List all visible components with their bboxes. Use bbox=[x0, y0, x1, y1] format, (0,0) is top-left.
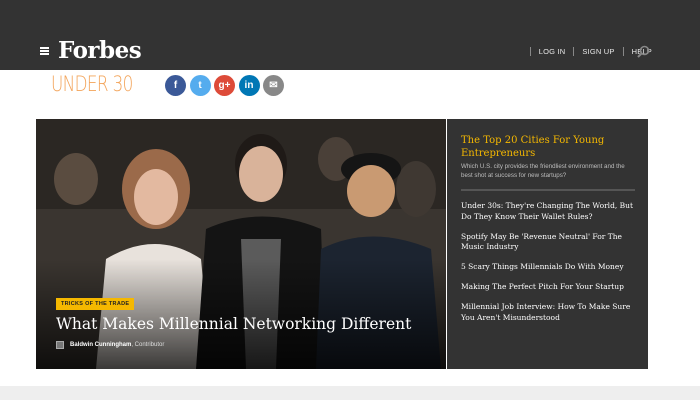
nav-divider bbox=[622, 47, 624, 56]
log-in-link[interactable]: LOG IN bbox=[539, 47, 566, 56]
featured-story-description: Which U.S. city provides the friendliest… bbox=[461, 163, 625, 179]
author-role: , Contributor bbox=[131, 342, 165, 348]
forbes-logo[interactable]: Forbes bbox=[58, 37, 142, 64]
author-avatar bbox=[56, 341, 64, 349]
hero-article[interactable]: TRICKS OF THE TRADE What Makes Millennia… bbox=[36, 119, 446, 369]
top-header: Forbes LOG IN SIGN UP HELP bbox=[0, 0, 700, 70]
hero-overlay bbox=[36, 259, 446, 369]
related-stories-sidebar: The Top 20 Cities For Young Entrepreneur… bbox=[447, 119, 648, 369]
story-link[interactable]: Making The Perfect Pitch For Your Startu… bbox=[461, 282, 635, 293]
twitter-icon: t bbox=[198, 80, 202, 91]
section-title[interactable]: UNDER 30 bbox=[51, 72, 133, 96]
account-nav: LOG IN SIGN UP HELP bbox=[522, 47, 652, 56]
nav-divider bbox=[529, 47, 531, 56]
facebook-share-button[interactable]: f bbox=[165, 75, 186, 96]
email-share-button[interactable]: ✉ bbox=[263, 75, 284, 96]
linkedin-icon: in bbox=[244, 80, 254, 91]
linkedin-share-button[interactable]: in bbox=[238, 75, 260, 96]
facebook-icon: f bbox=[173, 80, 178, 91]
google-plus-share-button[interactable]: g+ bbox=[214, 75, 235, 96]
divider bbox=[461, 189, 635, 191]
sign-up-link[interactable]: SIGN UP bbox=[582, 47, 614, 56]
twitter-share-button[interactable]: t bbox=[189, 75, 211, 96]
hero-headline[interactable]: What Makes Millennial Networking Differe… bbox=[56, 315, 411, 333]
author-name[interactable]: Baldwin Cunningham bbox=[70, 342, 131, 348]
category-tag[interactable]: TRICKS OF THE TRADE bbox=[56, 298, 135, 310]
nav-divider bbox=[573, 47, 575, 56]
search-icon[interactable] bbox=[637, 45, 650, 58]
story-link[interactable]: Millennial Job Interview: How To Make Su… bbox=[461, 302, 635, 323]
share-bar: f t g+ in ✉ bbox=[165, 75, 288, 96]
google-plus-icon: g+ bbox=[218, 80, 231, 91]
story-link[interactable]: 5 Scary Things Millennials Do With Money bbox=[461, 262, 635, 273]
story-link[interactable]: Under 30s: They're Changing The World, B… bbox=[461, 201, 635, 222]
hamburger-menu-icon[interactable] bbox=[40, 47, 49, 55]
byline: Baldwin Cunningham , Contributor bbox=[56, 341, 164, 349]
featured-story-title[interactable]: The Top 20 Cities For Young Entrepreneur… bbox=[461, 134, 635, 160]
story-link[interactable]: Spotify May Be 'Revenue Neutral' For The… bbox=[461, 232, 635, 253]
email-icon: ✉ bbox=[269, 80, 278, 91]
footer-strip bbox=[0, 386, 700, 400]
